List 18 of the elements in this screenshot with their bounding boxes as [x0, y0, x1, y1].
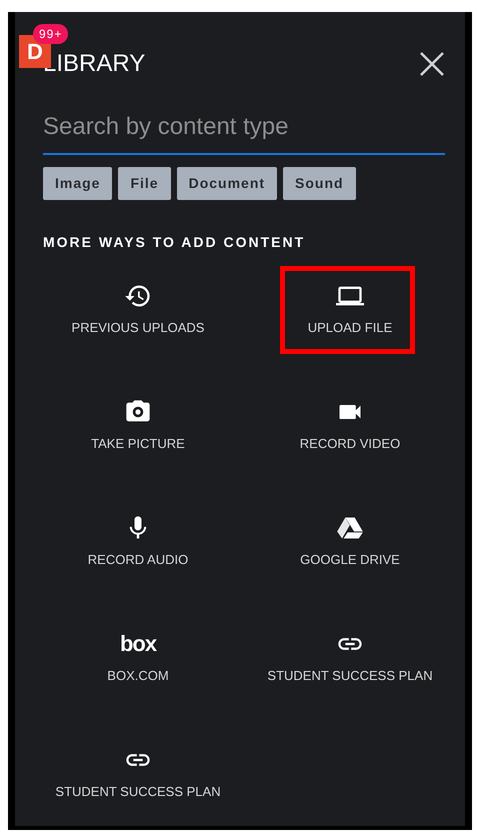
option-tile[interactable]: STUDENT SUCCESS PLAN [255, 614, 445, 714]
option-tile[interactable]: UPLOAD FILE [255, 266, 445, 366]
section-heading: MORE WAYS TO ADD CONTENT [43, 233, 306, 252]
filter-chip[interactable]: File [118, 167, 171, 200]
box-logo: box [120, 630, 156, 658]
option-tile[interactable]: TAKE PICTURE [43, 382, 233, 482]
option-tile[interactable]: STUDENT SUCCESS PLAN [43, 730, 233, 830]
filter-chip[interactable]: Document [176, 167, 278, 200]
notification-count: 99+ [33, 24, 68, 44]
option-tile[interactable]: box BOX.COM [43, 614, 233, 714]
option-tile[interactable]: PREVIOUS UPLOADS [43, 266, 233, 366]
option-tile[interactable]: RECORD AUDIO [43, 498, 233, 598]
option-tile[interactable]: RECORD VIDEO [255, 382, 445, 482]
filter-chip[interactable]: Sound [283, 167, 356, 200]
filter-chip[interactable]: Image [43, 167, 112, 200]
option-tile[interactable]: GOOGLE DRIVE [255, 498, 445, 598]
search-field[interactable]: Search by content type [43, 100, 445, 155]
close-button[interactable] [419, 51, 445, 77]
